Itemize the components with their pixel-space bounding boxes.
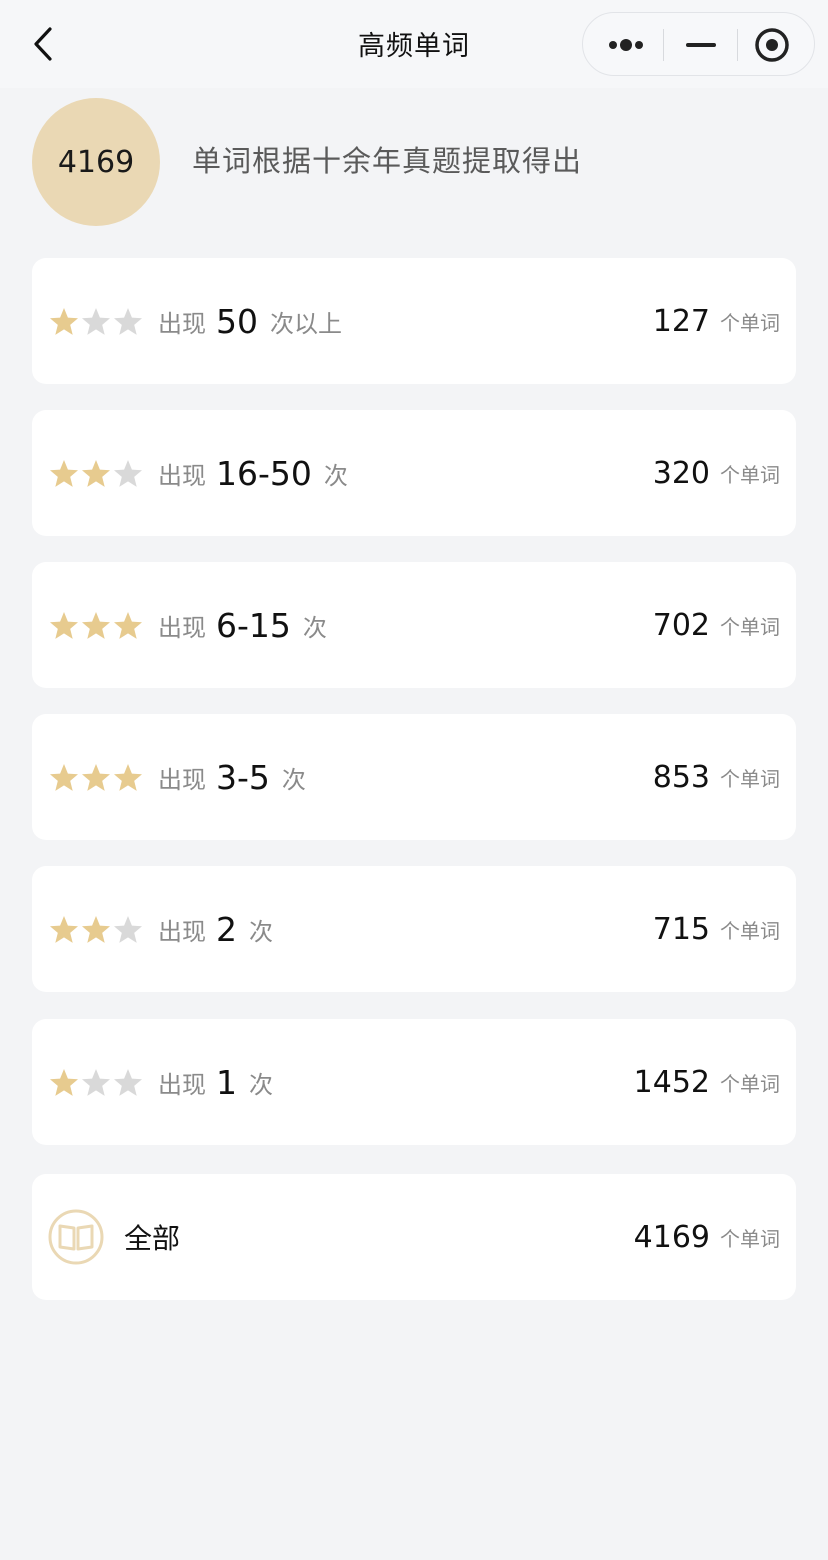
minus-icon: [686, 43, 716, 47]
star-rating: [48, 458, 144, 490]
row-count: 702: [652, 607, 710, 643]
row-suffix: 次以上: [270, 309, 342, 338]
star-empty-icon: [82, 1069, 110, 1096]
row-frequency: 1: [216, 1062, 237, 1102]
row-prefix: 出现: [158, 613, 206, 642]
close-button[interactable]: [738, 13, 816, 77]
star-empty-icon: [82, 308, 110, 335]
star-empty-icon: [114, 1069, 142, 1096]
star-filled-icon: [82, 460, 110, 487]
star-filled-icon: [50, 612, 78, 639]
star-empty-icon: [114, 916, 142, 943]
row-frequency: 16-50: [216, 453, 312, 493]
row-suffix: 次: [249, 917, 273, 946]
row-unit: 个单词: [720, 918, 780, 943]
row-count: 853: [652, 759, 710, 795]
star-filled-icon: [50, 916, 78, 943]
row-unit: 个单词: [720, 462, 780, 487]
row-prefix: 出现: [158, 309, 206, 338]
target-icon: [755, 28, 789, 62]
star-empty-icon: [114, 460, 142, 487]
star-filled-icon: [50, 764, 78, 791]
row-count: 715: [652, 911, 710, 947]
row-unit: 个单词: [720, 614, 780, 639]
star-rating: [48, 762, 144, 794]
star-filled-icon: [82, 916, 110, 943]
book-icon: [48, 1209, 104, 1265]
row-prefix: 出现: [158, 1070, 206, 1099]
star-rating: [48, 1067, 144, 1099]
row-count: 320: [652, 455, 710, 491]
total-count-circle: 4169: [32, 98, 160, 226]
row-unit: 个单词: [720, 310, 780, 335]
star-empty-icon: [114, 308, 142, 335]
all-words-label: 全部: [124, 1222, 181, 1255]
frequency-row[interactable]: 出现 3-5 次 853 个单词: [32, 714, 796, 840]
frequency-row[interactable]: 出现 2 次 715 个单词: [32, 866, 796, 992]
row-suffix: 次: [323, 461, 348, 490]
row-frequency: 2: [216, 909, 237, 949]
star-filled-icon: [114, 612, 142, 639]
star-rating: [48, 610, 144, 642]
row-suffix: 次: [281, 765, 306, 794]
star-filled-icon: [82, 764, 110, 791]
star-filled-icon: [82, 612, 110, 639]
row-suffix: 次: [302, 613, 327, 642]
frequency-row[interactable]: 出现 50 次以上 127 个单词: [32, 258, 796, 384]
all-words-row[interactable]: 全部 4169 个单词: [32, 1174, 796, 1300]
more-button[interactable]: [583, 13, 663, 77]
row-frequency: 50: [216, 301, 258, 341]
row-frequency: 6-15: [216, 605, 291, 645]
all-words-unit: 个单词: [720, 1226, 780, 1251]
row-count: 127: [652, 303, 710, 339]
all-words-count: 4169: [633, 1219, 710, 1255]
frequency-row[interactable]: 出现 16-50 次 320 个单词: [32, 410, 796, 536]
row-prefix: 出现: [158, 765, 206, 794]
star-filled-icon: [50, 308, 78, 335]
row-prefix: 出现: [158, 917, 206, 946]
more-dots-icon: [609, 39, 643, 51]
row-unit: 个单词: [720, 1071, 780, 1096]
frequency-row[interactable]: 出现 1 次 1452 个单词: [32, 1019, 796, 1145]
star-filled-icon: [114, 764, 142, 791]
frequency-row[interactable]: 出现 6-15 次 702 个单词: [32, 562, 796, 688]
row-count: 1452: [633, 1064, 710, 1100]
row-prefix: 出现: [158, 461, 206, 490]
row-unit: 个单词: [720, 766, 780, 791]
star-rating: [48, 914, 144, 946]
summary-description: 单词根据十余年真题提取得出: [192, 144, 583, 178]
mini-program-capsule: [582, 12, 815, 76]
row-suffix: 次: [249, 1070, 273, 1099]
navigation-bar: 高频单词: [0, 0, 828, 88]
row-frequency: 3-5: [216, 757, 270, 797]
star-rating: [48, 306, 144, 338]
star-filled-icon: [50, 460, 78, 487]
star-filled-icon: [50, 1069, 78, 1096]
minimize-button[interactable]: [664, 13, 737, 77]
